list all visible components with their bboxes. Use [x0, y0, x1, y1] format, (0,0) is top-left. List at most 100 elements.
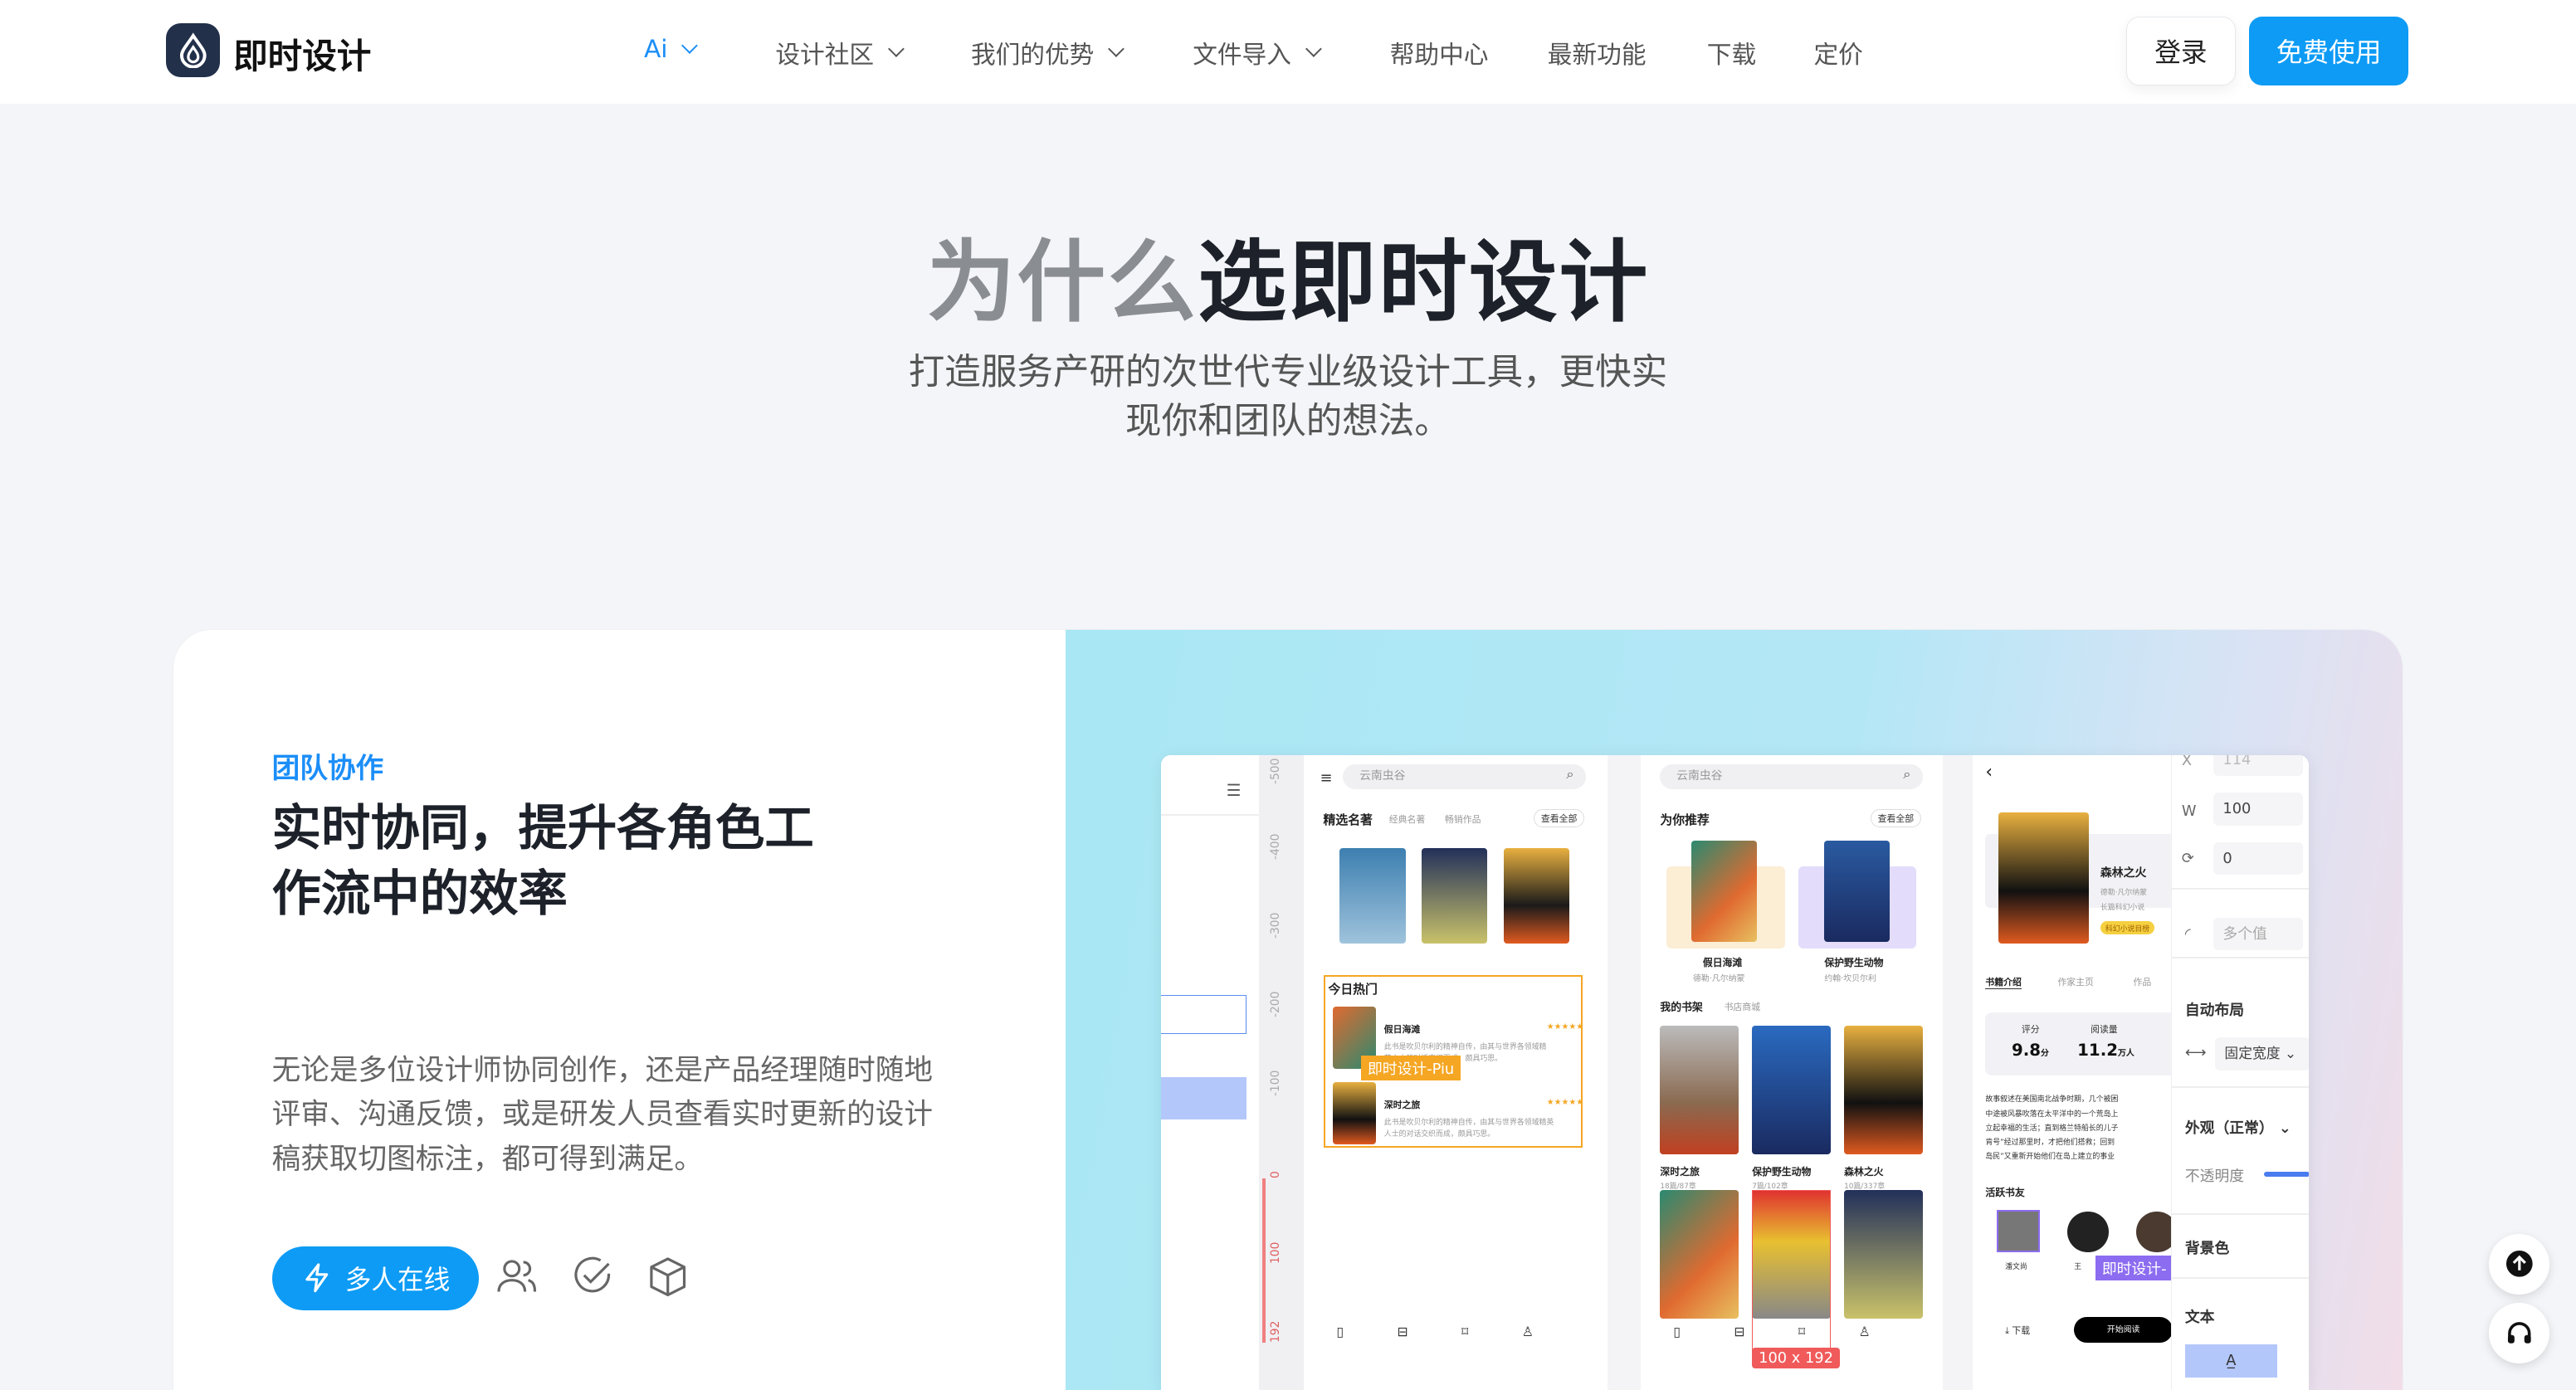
search-input[interactable]: 云南虫谷: [1660, 764, 1924, 790]
highlight-layer[interactable]: [1160, 1076, 1247, 1120]
book-title: 森林之火: [1844, 1165, 1884, 1178]
nav-label: 我们的优势: [970, 40, 1095, 70]
stats-card: 评分 9.8分 阅读量 11.2万人: [1985, 1012, 2172, 1075]
phone-frame-2[interactable]: 云南虫谷 ⌕ 为你推荐 查看全部 假日海滩 德勒·凡尔纳蒙 保护野生动物 约翰·…: [1640, 754, 1943, 1390]
text-style-button[interactable]: A̲: [2184, 1344, 2277, 1378]
book-cover[interactable]: [1422, 848, 1488, 944]
layers-panel: ☰: [1160, 754, 1260, 1390]
nav-item-download[interactable]: 下载: [1707, 35, 1756, 71]
item-desc: 此书是吹贝尔利的精神自传，由其与世界各领域精: [1383, 1043, 1547, 1052]
nav-item-new-features[interactable]: 最新功能: [1548, 35, 1647, 71]
title-dark: 选即时设计: [1198, 232, 1650, 335]
tab[interactable]: 书籍介绍: [1985, 975, 2022, 989]
search-icon[interactable]: ⌕: [1567, 766, 1574, 783]
tab[interactable]: 我的书架: [1660, 998, 1702, 1014]
ruler-tick-label: -400: [1269, 833, 1283, 861]
fixed-width-select[interactable]: 固定宽度 ⌄: [2214, 1037, 2310, 1071]
section-title: 今日热门: [1328, 982, 1378, 997]
nav-item-community[interactable]: 设计社区: [775, 35, 905, 71]
book-cover[interactable]: [1690, 840, 1758, 943]
bottom-tab-bar[interactable]: ▯ ⊟ ⌑ ♙: [1336, 1324, 1534, 1339]
book-cover[interactable]: [1844, 1190, 1924, 1319]
nav-label: 文件导入: [1193, 40, 1291, 70]
hero-subtitle: 打造服务产研的次世代专业级设计工具，更快实 现你和团队的想法。: [877, 349, 1699, 447]
bottom-tab-bar[interactable]: ▯ ⊟ ⌑ ♙: [1673, 1324, 1871, 1339]
search-input[interactable]: 云南虫谷: [1343, 764, 1587, 790]
reads-unit: 万人: [2117, 1049, 2134, 1059]
brand-name[interactable]: 即时设计: [233, 28, 371, 78]
book-cover[interactable]: [1660, 1026, 1739, 1154]
opacity-label: 不透明度: [2184, 1167, 2245, 1185]
nav-item-import[interactable]: 文件导入: [1193, 35, 1322, 71]
book-cover[interactable]: [1504, 848, 1570, 944]
book-cover[interactable]: [1844, 1026, 1924, 1154]
nav-item-pricing[interactable]: 定价: [1813, 35, 1862, 71]
width-input[interactable]: 100: [2213, 793, 2304, 826]
download-button[interactable]: ⤓ 下载: [2005, 1324, 2030, 1337]
tab[interactable]: 书店商城: [1725, 1000, 1761, 1013]
properties-panel: X 114 W 100 ⟳ 0 ◜ 多个值 自动布局 ⟷ 固定宽度 ⌄ 外观（正…: [2171, 754, 2310, 1390]
star-rating: ★★★★★: [1546, 1022, 1584, 1032]
book-cover[interactable]: [1339, 848, 1406, 944]
appearance-select[interactable]: 外观（正常） ⌄: [2185, 1116, 2291, 1138]
login-button[interactable]: 登录: [2125, 16, 2237, 85]
ruler-tick-label: 192: [1269, 1320, 1283, 1344]
divider: [2172, 1277, 2310, 1280]
start-reading-button[interactable]: 开始阅读: [2074, 1316, 2172, 1344]
book-author: 德勒·凡尔纳蒙: [1692, 973, 1745, 983]
nav-item-ai[interactable]: Ai: [644, 35, 699, 64]
top-nav: 即时设计 Ai 设计社区 我们的优势 文件导入 帮助中心 最新功能 下载 定价 …: [0, 0, 2576, 104]
menu-icon[interactable]: ☰: [1227, 781, 1242, 800]
arrow-up-icon: [2505, 1251, 2533, 1278]
auto-layout-label: 自动布局: [2184, 1001, 2245, 1019]
back-icon[interactable]: ‹: [1985, 762, 1993, 783]
search-icon[interactable]: ⌕: [1903, 766, 1910, 783]
avatar[interactable]: [2136, 1211, 2172, 1253]
back-to-top-button[interactable]: [2489, 1233, 2550, 1295]
item-title: 深时之旅: [1383, 1100, 1421, 1111]
collaborator-cursor-tag: 即时设计-Piu: [1361, 1055, 1461, 1080]
opacity-slider[interactable]: [2263, 1172, 2310, 1178]
phone-frame-1[interactable]: ≡ 云南虫谷 ⌕ 精选名著 经典名著 畅销作品 查看全部 今日热门 假日海滩 ★…: [1303, 754, 1608, 1390]
radius-input[interactable]: 多个值: [2213, 917, 2304, 951]
users-icon[interactable]: [494, 1254, 539, 1300]
avatar[interactable]: [2067, 1211, 2109, 1253]
free-use-button[interactable]: 免费使用: [2249, 16, 2409, 85]
feature-description: 无论是多位设计师协同创作，还是产品经理随时随地 评审、沟通反馈，或是研发人员查看实…: [272, 1049, 962, 1182]
book-cover[interactable]: [1752, 1026, 1832, 1154]
title-gray: 为什么: [926, 232, 1198, 335]
book-genre: 长篇科幻小说: [2100, 903, 2145, 912]
logo-icon[interactable]: [165, 22, 221, 78]
phone-frame-3[interactable]: ‹ 森林之火 德勒·凡尔纳蒙 长篇科幻小说 科幻小说目榜 书籍介绍 作家主页 作…: [1972, 754, 2172, 1390]
nav-item-advantages[interactable]: 我们的优势: [970, 35, 1125, 71]
tab[interactable]: 作品: [2134, 975, 2152, 988]
divider: [2172, 1212, 2310, 1215]
book-author: 德勒·凡尔纳蒙: [2100, 888, 2148, 897]
menu-icon[interactable]: ≡: [1320, 769, 1333, 787]
nav-item-help[interactable]: 帮助中心: [1390, 35, 1489, 71]
book-title: 深时之旅: [1660, 1165, 1700, 1178]
check-circle-icon[interactable]: [569, 1254, 615, 1300]
x-input[interactable]: 114: [2213, 754, 2304, 777]
tab[interactable]: 精选名著: [1324, 811, 1373, 828]
tab[interactable]: 经典名著: [1389, 812, 1426, 826]
book-cover[interactable]: [1824, 840, 1891, 943]
ruler-tick-label: 100: [1269, 1241, 1283, 1265]
chevron-down-icon: [681, 37, 699, 54]
fill-label: 背景色: [2184, 1239, 2230, 1257]
book-cover[interactable]: [1660, 1190, 1739, 1319]
hot-section-selection[interactable]: 今日热门 假日海滩 ★★★★★ 此书是吹贝尔利的精神自传，由其与世界各领域精 英…: [1323, 974, 1584, 1148]
cube-icon[interactable]: [645, 1254, 690, 1300]
tab[interactable]: 畅销作品: [1445, 812, 1481, 826]
selected-layer[interactable]: [1160, 994, 1247, 1035]
lightning-icon: [305, 1263, 329, 1293]
ruler-tick-label: -100: [1269, 1070, 1283, 1097]
avatar[interactable]: [1997, 1209, 2040, 1253]
see-all-button[interactable]: 查看全部: [1870, 808, 1922, 827]
ruler-tick-label: -200: [1269, 991, 1283, 1018]
see-all-button[interactable]: 查看全部: [1533, 808, 1585, 827]
rotation-input[interactable]: 0: [2213, 841, 2304, 875]
tab[interactable]: 作家主页: [2057, 975, 2094, 988]
support-button[interactable]: [2489, 1302, 2550, 1364]
multi-online-button[interactable]: 多人在线: [271, 1246, 480, 1310]
